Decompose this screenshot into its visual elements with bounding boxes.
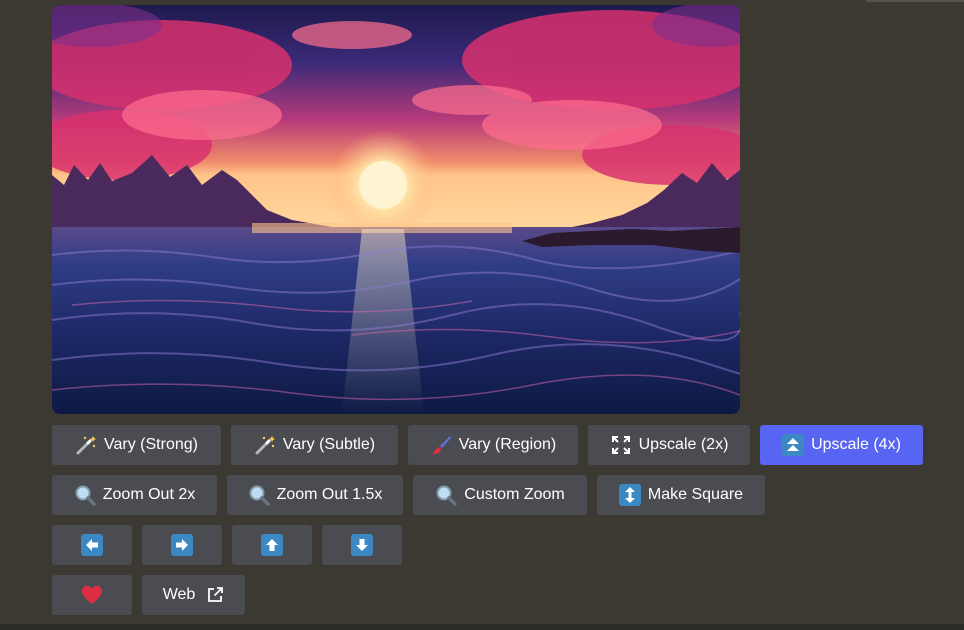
upscale-4x-button[interactable]: Upscale (4x)	[760, 425, 923, 465]
zoom-out-2x-label: Zoom Out 2x	[102, 486, 196, 503]
make-square-label: Make Square	[647, 486, 744, 503]
web-label: Web	[162, 586, 196, 603]
expand-icon	[610, 434, 632, 456]
make-square-button[interactable]: Make Square	[597, 475, 765, 515]
top-accent-bar	[866, 0, 964, 2]
zoom-out-2x-button[interactable]: Zoom Out 2x	[52, 475, 217, 515]
zoom-out-1-5x-button[interactable]: Zoom Out 1.5x	[227, 475, 403, 515]
heart-icon	[81, 584, 103, 606]
up-down-arrow-icon	[618, 484, 641, 506]
pan-down-button[interactable]	[322, 525, 402, 565]
upscale-2x-label: Upscale (2x)	[638, 436, 729, 453]
magic-wand-icon	[254, 434, 276, 456]
web-link-button[interactable]: Web	[142, 575, 245, 615]
generated-image[interactable]	[52, 5, 740, 414]
vary-region-button[interactable]: Vary (Region)	[408, 425, 578, 465]
zoom-out-1-5x-label: Zoom Out 1.5x	[276, 486, 383, 503]
custom-zoom-label: Custom Zoom	[464, 486, 565, 503]
pan-left-button[interactable]	[52, 525, 132, 565]
custom-zoom-button[interactable]: Custom Zoom	[413, 475, 587, 515]
arrow-left-icon	[81, 534, 103, 556]
magic-wand-icon	[75, 434, 97, 456]
upscale-2x-button[interactable]: Upscale (2x)	[588, 425, 750, 465]
vary-subtle-button[interactable]: Vary (Subtle)	[231, 425, 398, 465]
sunset-ocean-artwork	[52, 5, 740, 414]
bottom-divider	[0, 624, 964, 630]
magnifier-icon	[248, 484, 270, 506]
arrow-up-icon	[261, 534, 283, 556]
pan-right-button[interactable]	[142, 525, 222, 565]
vary-strong-label: Vary (Strong)	[104, 436, 198, 453]
double-up-arrow-icon	[782, 434, 805, 456]
magnifier-icon	[74, 484, 96, 506]
external-link-icon	[206, 586, 224, 604]
vary-strong-button[interactable]: Vary (Strong)	[52, 425, 221, 465]
vary-subtle-label: Vary (Subtle)	[282, 436, 376, 453]
pan-up-button[interactable]	[232, 525, 312, 565]
magnifier-icon	[435, 484, 458, 506]
arrow-right-icon	[171, 534, 193, 556]
favorite-button[interactable]	[52, 575, 132, 615]
arrow-down-icon	[351, 534, 373, 556]
upscale-4x-label: Upscale (4x)	[811, 436, 901, 453]
message-area: Vary (Strong) Vary (Subtle) Vary (Region…	[0, 0, 964, 630]
vary-region-label: Vary (Region)	[458, 436, 557, 453]
paintbrush-icon	[430, 434, 452, 456]
